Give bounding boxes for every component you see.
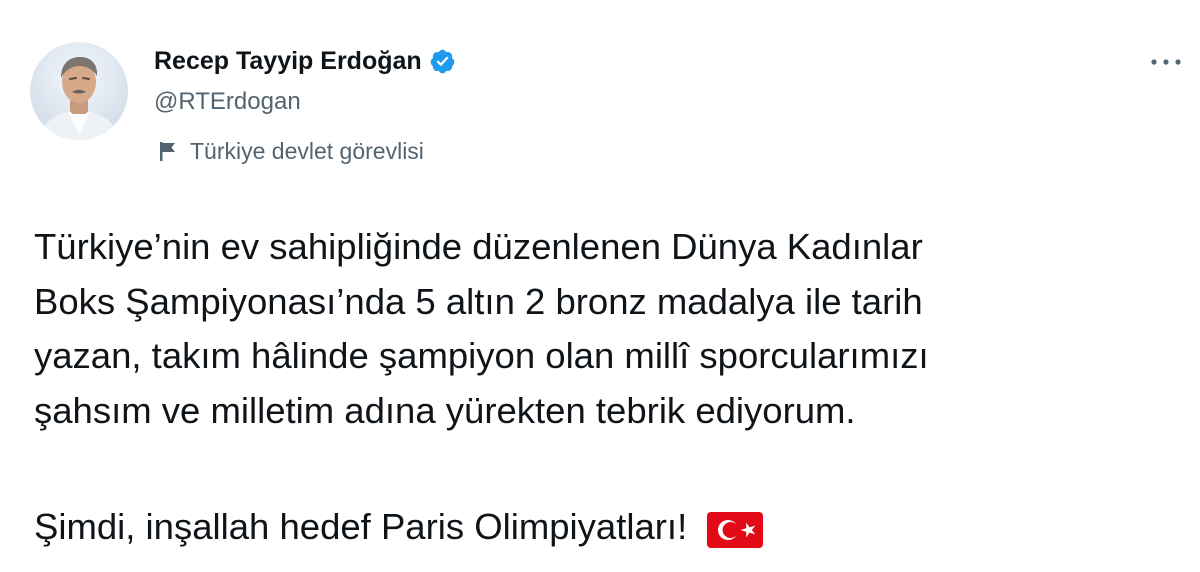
author-name-row: Recep Tayyip Erdoğan — [154, 44, 456, 78]
avatar-image — [30, 42, 128, 140]
tweet-second-paragraph: Şimdi, inşallah hedef Paris Olimpiyatlar… — [34, 500, 1184, 555]
more-options-icon[interactable] — [1146, 50, 1186, 74]
author-handle[interactable]: @RTErdogan — [154, 86, 301, 118]
tweet-line: Boks Şampiyonası’nda 5 altın 2 bronz mad… — [34, 280, 923, 322]
verified-badge-icon — [429, 48, 456, 75]
tweet-line: şahsım ve milletim adına yürekten tebrik… — [34, 389, 856, 431]
tweet-line: yazan, takım hâlinde şampiyon olan millî… — [34, 335, 929, 376]
government-flag-icon — [158, 140, 178, 162]
tweet-line: Şimdi, inşallah hedef Paris Olimpiyatlar… — [34, 506, 688, 547]
author-display-name[interactable]: Recep Tayyip Erdoğan — [154, 44, 422, 78]
account-label-text: Türkiye devlet görevlisi — [190, 138, 424, 164]
tweet-text: Türkiye’nin ev sahipliğinde düzenlenen D… — [34, 220, 1184, 438]
tweet-card: Recep Tayyip Erdoğan @RTErdogan Türkiye … — [0, 0, 1200, 572]
author-avatar[interactable] — [30, 42, 128, 140]
tweet-line: Türkiye’nin ev sahipliğinde düzenlenen D… — [34, 226, 923, 267]
turkey-flag-icon — [707, 509, 764, 549]
account-label: Türkiye devlet görevlisi — [158, 134, 424, 168]
